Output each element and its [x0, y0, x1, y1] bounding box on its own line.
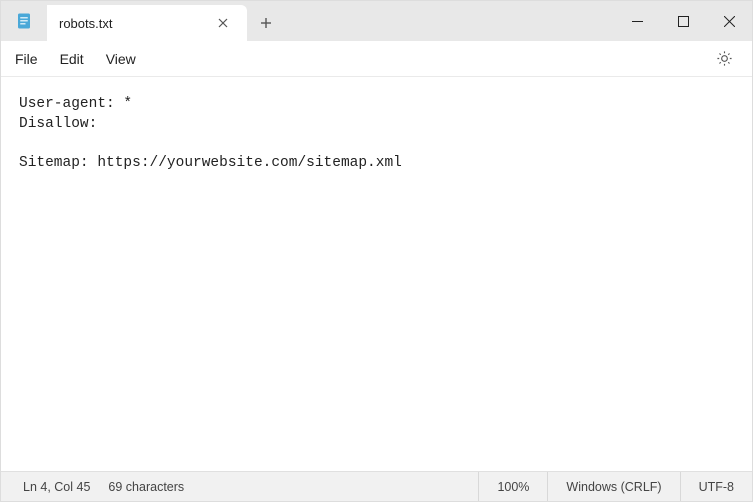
close-window-button[interactable]: [706, 1, 752, 41]
menu-file[interactable]: File: [15, 51, 38, 67]
titlebar-spacer: [285, 1, 614, 41]
settings-button[interactable]: [710, 45, 738, 73]
status-zoom[interactable]: 100%: [478, 472, 547, 501]
maximize-icon: [678, 16, 689, 27]
status-position[interactable]: Ln 4, Col 45: [23, 480, 90, 494]
minimize-button[interactable]: [614, 1, 660, 41]
menu-view[interactable]: View: [106, 51, 136, 67]
status-charcount[interactable]: 69 characters: [108, 480, 184, 494]
status-eol[interactable]: Windows (CRLF): [547, 472, 679, 501]
status-encoding[interactable]: UTF-8: [680, 472, 752, 501]
menubar: File Edit View: [1, 41, 752, 77]
plus-icon: [260, 17, 272, 29]
gear-icon: [716, 50, 733, 67]
close-icon: [724, 16, 735, 27]
maximize-button[interactable]: [660, 1, 706, 41]
statusbar: Ln 4, Col 45 69 characters 100% Windows …: [1, 471, 752, 501]
new-tab-button[interactable]: [247, 5, 285, 41]
status-left: Ln 4, Col 45 69 characters: [1, 480, 478, 494]
close-icon: [218, 18, 228, 28]
app-icon: [1, 1, 47, 41]
minimize-icon: [632, 16, 643, 27]
menu-edit[interactable]: Edit: [60, 51, 84, 67]
tab-title: robots.txt: [59, 16, 201, 31]
tab-active[interactable]: robots.txt: [47, 5, 247, 41]
notepad-icon: [15, 12, 33, 30]
text-editor[interactable]: User-agent: * Disallow: Sitemap: https:/…: [1, 77, 752, 471]
window-controls: [614, 1, 752, 41]
tab-close-button[interactable]: [211, 11, 235, 35]
titlebar: robots.txt: [1, 1, 752, 41]
notepad-window: robots.txt File Edit View: [0, 0, 753, 502]
